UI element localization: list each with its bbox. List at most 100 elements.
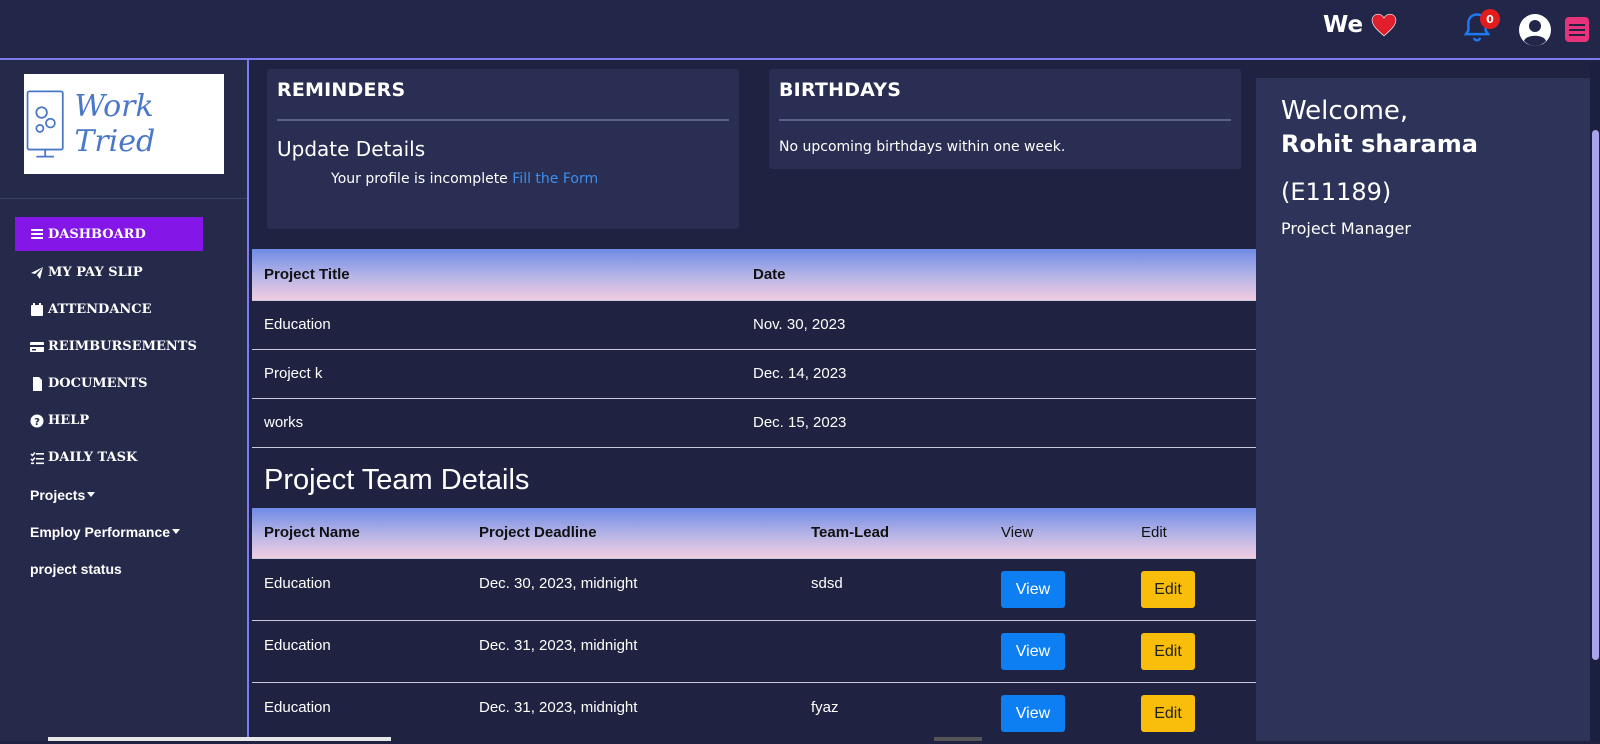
sidebar-item-daily-task[interactable]: DAILY TASK — [15, 439, 235, 476]
sidebar-item-label: REIMBURSEMENTS — [48, 339, 197, 354]
projects-table: Project Title Date Education Nov. 30, 20… — [252, 249, 1256, 448]
edit-button[interactable]: Edit — [1141, 632, 1195, 670]
we-text: We — [1323, 12, 1364, 38]
cell-date: Nov. 30, 2023 — [753, 316, 846, 333]
bars-icon — [31, 229, 43, 239]
table-row: Education Nov. 30, 2023 — [252, 300, 1256, 349]
paper-plane-icon — [31, 266, 43, 279]
cell-project-deadline: Dec. 31, 2023, midnight — [479, 636, 638, 654]
edit-button[interactable]: Edit — [1141, 570, 1195, 608]
logo-text: Work Tried — [74, 89, 156, 159]
view-button[interactable]: View — [1001, 632, 1065, 670]
col-header-date: Date — [753, 265, 786, 283]
sidebar-item-label: ATTENDANCE — [48, 302, 152, 317]
cell-date: Dec. 15, 2023 — [753, 414, 847, 431]
birthdays-message: No upcoming birthdays within one week. — [779, 139, 1066, 155]
table-row: Education Dec. 31, 2023, midnight fyaz V… — [252, 682, 1256, 744]
sidebar: Work Tried DASHBOARD MY PAY SLIP ATTENDA… — [0, 60, 249, 741]
col-header-project-name: Project Name — [264, 524, 360, 542]
view-button[interactable]: View — [1001, 570, 1065, 608]
notification-count-badge: 0 — [1480, 9, 1500, 29]
cell-edit: Edit — [1129, 620, 1256, 682]
table-row: Education Dec. 31, 2023, midnight View E… — [252, 620, 1256, 682]
sidebar-item-project-status[interactable]: project status — [15, 550, 235, 587]
taskbar-strip — [48, 737, 391, 741]
tasks-icon — [30, 451, 44, 464]
birthdays-title: BIRTHDAYS — [779, 79, 902, 101]
notifications-button[interactable]: 0 — [1462, 9, 1500, 46]
sidebar-item-label: DOCUMENTS — [48, 376, 148, 391]
col-header-project-title: Project Title — [264, 265, 350, 283]
welcome-text: Welcome, — [1281, 96, 1409, 126]
cell-view: View — [989, 620, 1129, 682]
sidebar-item-documents[interactable]: DOCUMENTS — [15, 365, 235, 402]
caret-down-icon — [172, 529, 181, 534]
calendar-icon — [31, 302, 43, 316]
table-header-row: Project Name Project Deadline Team-Lead … — [252, 508, 1256, 558]
birthdays-card: BIRTHDAYS No upcoming birthdays within o… — [769, 69, 1241, 169]
project-team-details-title: Project Team Details — [264, 464, 530, 496]
profile-panel: Welcome, Rohit sharama (E11189) Project … — [1256, 78, 1592, 741]
table-row: Education Dec. 30, 2023, midnight sdsd V… — [252, 558, 1256, 620]
cell-project-title: works — [264, 414, 304, 431]
top-navbar: We 0 — [0, 0, 1600, 60]
table-row: Project k Dec. 14, 2023 — [252, 349, 1256, 398]
sidebar-divider — [0, 198, 247, 199]
user-avatar-icon[interactable] — [1518, 13, 1552, 47]
cell-edit: Edit — [1129, 558, 1256, 620]
sidebar-item-label: project status — [30, 560, 122, 577]
credit-card-icon — [30, 341, 44, 352]
sidebar-item-label: Employ Performance — [30, 523, 171, 540]
monitor-gears-icon — [26, 90, 64, 158]
fill-form-link[interactable]: Fill the Form — [512, 171, 598, 187]
sidebar-item-employ-performance[interactable]: Employ Performance — [15, 513, 235, 550]
taskbar-strip — [934, 737, 982, 741]
cell-project-name: Education — [264, 698, 331, 716]
sidebar-item-my-pay-slip[interactable]: MY PAY SLIP — [15, 254, 235, 291]
project-team-table: Project Name Project Deadline Team-Lead … — [252, 508, 1256, 744]
reminder-subtitle: Update Details — [277, 137, 426, 161]
user-role: Project Manager — [1281, 219, 1411, 238]
question-circle-icon: ? — [30, 414, 44, 428]
cell-project-title: Project k — [264, 365, 323, 382]
file-icon — [33, 376, 42, 391]
user-name: Rohit sharama — [1281, 130, 1478, 158]
reminder-message-row: Your profile is incomplete Fill the Form — [331, 171, 598, 187]
scrollbar-thumb[interactable] — [1592, 130, 1599, 660]
employee-id: (E11189) — [1281, 178, 1392, 206]
card-divider — [277, 119, 729, 121]
view-button[interactable]: View — [1001, 694, 1065, 732]
sidebar-item-label: MY PAY SLIP — [48, 265, 143, 280]
company-logo[interactable]: Work Tried — [24, 74, 224, 174]
cell-edit: Edit — [1129, 682, 1256, 744]
sidebar-item-label: HELP — [48, 413, 90, 428]
col-header-view: View — [1001, 524, 1034, 542]
sidebar-item-label: DASHBOARD — [48, 226, 146, 242]
card-divider — [779, 119, 1231, 121]
table-header-row: Project Title Date — [252, 249, 1256, 300]
menu-toggle-button[interactable] — [1565, 17, 1589, 42]
col-header-edit: Edit — [1141, 524, 1167, 542]
we-love-brand: We — [1323, 12, 1397, 38]
sidebar-item-label: DAILY TASK — [48, 450, 138, 465]
reminder-message: Your profile is incomplete — [331, 171, 508, 187]
sidebar-item-dashboard[interactable]: DASHBOARD — [15, 217, 203, 251]
cell-project-deadline: Dec. 30, 2023, midnight — [479, 574, 638, 592]
cell-view: View — [989, 682, 1129, 744]
sidebar-item-projects[interactable]: Projects — [15, 476, 235, 513]
col-header-project-deadline: Project Deadline — [479, 524, 597, 542]
cell-project-deadline: Dec. 31, 2023, midnight — [479, 698, 638, 716]
reminders-card: REMINDERS Update Details Your profile is… — [267, 69, 739, 229]
sidebar-nav: DASHBOARD MY PAY SLIP ATTENDANCE REIMBUR… — [15, 217, 235, 587]
edit-button[interactable]: Edit — [1141, 694, 1195, 732]
cell-project-name: Education — [264, 636, 331, 654]
sidebar-item-reimbursements[interactable]: REIMBURSEMENTS — [15, 328, 235, 365]
cell-date: Dec. 14, 2023 — [753, 365, 847, 382]
cell-team-lead: fyaz — [811, 698, 839, 716]
cell-team-lead — [799, 620, 989, 682]
sidebar-item-help[interactable]: ? HELP — [15, 402, 235, 439]
cell-view: View — [989, 558, 1129, 620]
sidebar-item-attendance[interactable]: ATTENDANCE — [15, 291, 235, 328]
svg-text:?: ? — [34, 417, 40, 428]
reminders-title: REMINDERS — [277, 79, 406, 101]
